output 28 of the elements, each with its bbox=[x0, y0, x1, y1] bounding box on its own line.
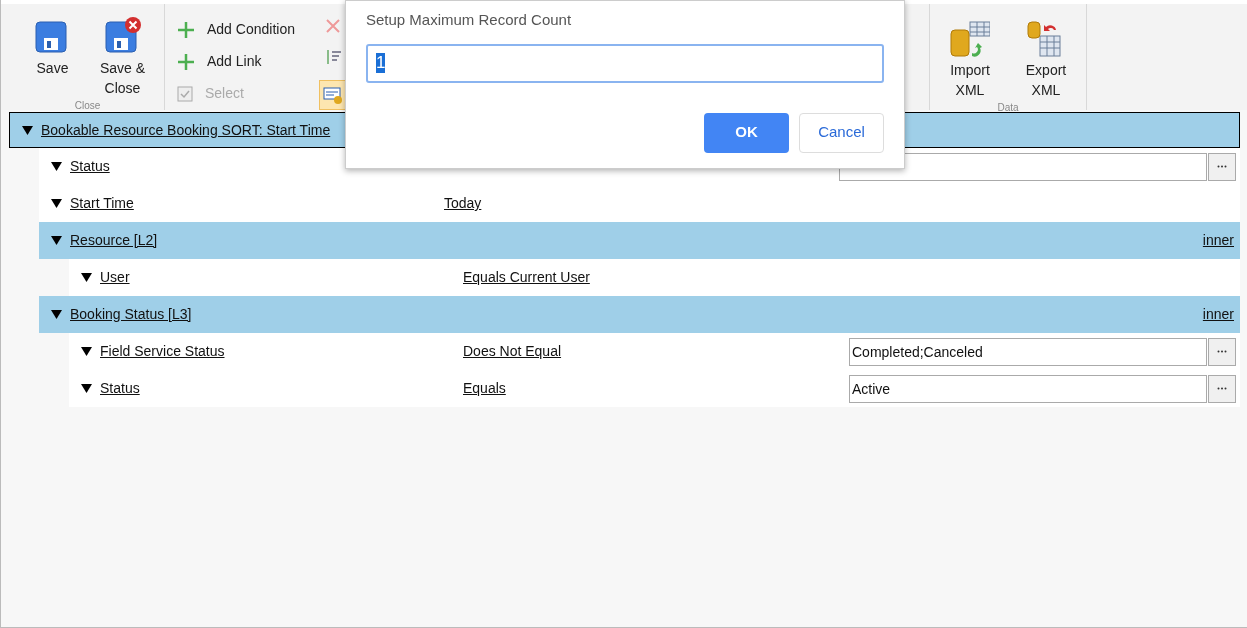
input-field[interactable]: 1 bbox=[366, 43, 884, 83]
group-label: Data bbox=[997, 101, 1019, 115]
dialog-title: Setup Maximum Record Count bbox=[366, 10, 573, 30]
ribbon-button[interactable]: Add Condition bbox=[177, 20, 295, 39]
save-button[interactable]: Save bbox=[23, 16, 82, 78]
attribute-link[interactable]: Status bbox=[100, 378, 140, 399]
join-type-link[interactable]: inner bbox=[1202, 230, 1234, 251]
export-xml-button[interactable]: Export XML bbox=[1017, 20, 1075, 100]
operator-link[interactable]: Equals Current User bbox=[463, 269, 590, 285]
operator-link[interactable]: Equals bbox=[463, 380, 506, 396]
value-field[interactable]: Completed;Canceled bbox=[849, 337, 1207, 366]
ribbon-button[interactable]: Add Link bbox=[177, 52, 295, 71]
attribute-link[interactable]: Field Service Status bbox=[100, 341, 225, 362]
entity-link[interactable]: Resource [L2] bbox=[70, 230, 158, 251]
value-field[interactable]: Active bbox=[849, 374, 1207, 403]
ok-button[interactable]: OK bbox=[704, 112, 789, 153]
entity-link[interactable]: Booking Status [L3] bbox=[70, 304, 192, 325]
operator-link[interactable]: Does Not Equal bbox=[463, 343, 562, 359]
entity-link[interactable]: Bookable Resource Booking SORT: Start Time bbox=[41, 119, 331, 141]
attribute-link[interactable]: Start Time bbox=[70, 193, 134, 214]
import-xml-button[interactable]: Import XML bbox=[941, 20, 999, 100]
join-type-link[interactable]: inner bbox=[1202, 304, 1234, 325]
attribute-link[interactable]: Status bbox=[70, 156, 110, 177]
save-close-button[interactable]: Save & Close bbox=[93, 16, 152, 98]
attribute-link[interactable]: User bbox=[100, 267, 130, 288]
operator-link[interactable]: Today bbox=[444, 195, 482, 211]
group-label: Close bbox=[74, 99, 101, 113]
cancel-button[interactable]: Cancel bbox=[799, 112, 884, 153]
